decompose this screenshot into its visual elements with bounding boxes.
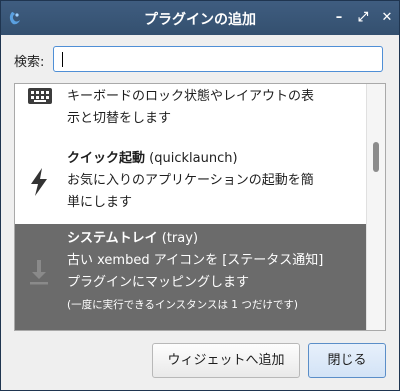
plugin-description-line1: お気に入りのアプリケーションの起動を簡 [67,173,314,188]
plugin-description-line1: 古い xembed アイコンを [ステータス通知] [67,253,324,268]
plugin-id: (tray) [161,231,199,246]
plugin-note: (一度に実行できるインスタンスは 1 つだけです) [67,299,298,311]
plugin-list[interactable]: キーボードのロック状態やレイアウトの表 示と切替をします クイック起動 (qui… [14,83,386,331]
title-bar[interactable]: プラグインの追加 – ⤢ ✕ [1,1,399,35]
plugin-description-line2: 単にします [67,195,133,210]
plugin-description-line1: キーボードのロック状態やレイアウトの表 [67,89,315,104]
list-item[interactable]: クイック起動 (quicklaunch) お気に入りのアプリケーションの起動を簡… [15,144,367,222]
search-input[interactable] [53,46,383,72]
list-scrollbar[interactable] [366,84,385,330]
close-button[interactable]: 閉じる [308,343,386,378]
list-item[interactable]: キーボードのロック状態やレイアウトの表 示と切替をします [15,84,367,136]
search-label: 検索: [14,55,45,70]
add-plugin-dialog: プラグインの追加 – ⤢ ✕ 検索: キーボードのロック状態やレイアウトの表 示… [0,0,400,391]
lightning-icon [31,168,47,196]
plugin-description-line2: プラグインにマッピングします [67,275,250,290]
plugin-description-line2: 示と切替をします [67,111,172,126]
keyboard-icon [28,88,52,104]
close-window-button[interactable]: ✕ [377,8,397,28]
add-to-widget-button[interactable]: ウィジェットへ追加 [152,343,300,378]
plugin-name: クイック起動 [67,151,146,166]
scrollbar-thumb[interactable] [373,142,379,172]
minimize-button[interactable]: – [329,8,349,28]
plugin-name: システムトレイ [67,231,158,246]
text-caret [62,52,63,67]
maximize-button[interactable]: ⤢ [353,8,373,28]
tray-download-icon [30,260,48,285]
list-item-selected[interactable]: システムトレイ (tray) 古い xembed アイコンを [ステータス通知]… [15,224,367,330]
search-row: 検索: [1,35,399,83]
plugin-id: (quicklaunch) [149,151,238,166]
